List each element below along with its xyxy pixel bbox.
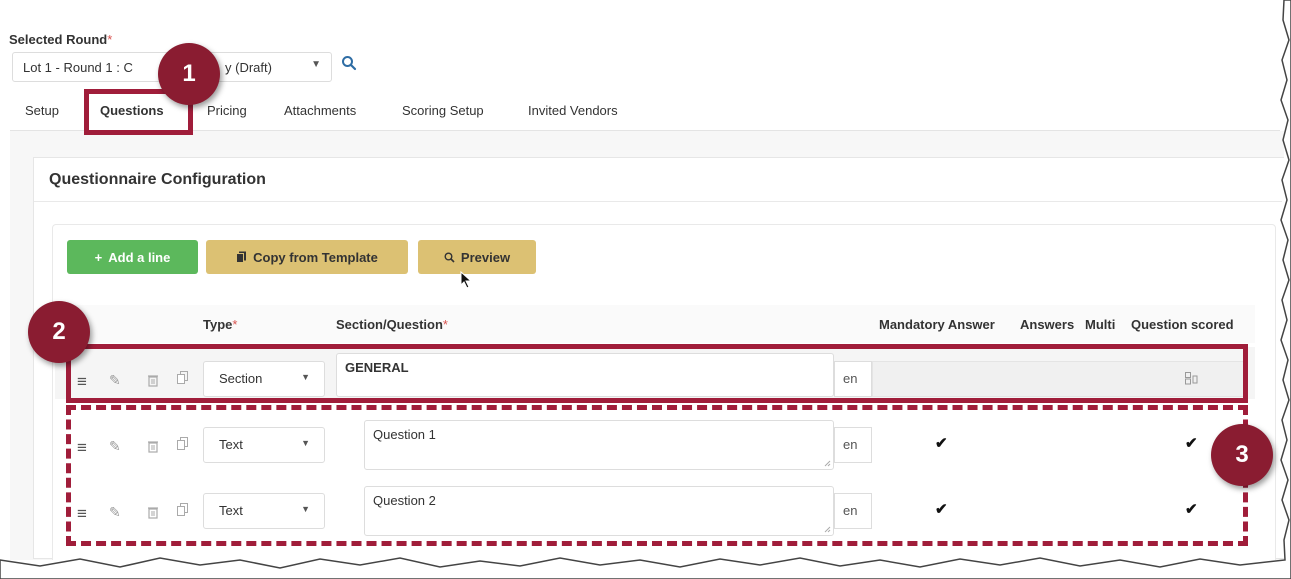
plus-icon: + <box>94 249 103 265</box>
column-question-scored: Question scored <box>1131 317 1234 332</box>
panel-title: Questionnaire Configuration <box>49 171 266 188</box>
tab-setup[interactable]: Setup <box>25 103 59 118</box>
highlight-question-rows <box>66 405 1248 546</box>
add-line-label: Add a line <box>108 249 171 265</box>
tab-attachments[interactable]: Attachments <box>284 103 356 118</box>
copy-from-template-button[interactable]: Copy from Template <box>206 240 408 274</box>
annotation-badge-1: 1 <box>158 43 220 105</box>
preview-button[interactable]: Preview <box>418 240 536 274</box>
magnifier-icon <box>444 252 455 263</box>
column-mandatory-answer: Mandatory Answer <box>879 317 995 332</box>
page: Selected Round* Lot 1 - Round 1 : C y (D… <box>0 0 1284 560</box>
selected-round-value-left: Lot 1 - Round 1 : C <box>23 60 133 75</box>
column-type: Type* <box>203 317 238 332</box>
column-multi: Multi <box>1085 317 1116 332</box>
copy-from-template-label: Copy from Template <box>253 249 378 265</box>
tab-scoring-setup[interactable]: Scoring Setup <box>402 103 484 118</box>
document-icon <box>236 251 247 263</box>
column-section-question: Section/Question* <box>336 317 448 332</box>
tab-invited-vendors[interactable]: Invited Vendors <box>528 103 618 118</box>
selected-round-label: Selected Round* <box>9 32 113 47</box>
preview-label: Preview <box>460 249 511 265</box>
search-icon[interactable] <box>341 55 357 71</box>
panel-divider <box>34 201 1282 202</box>
annotation-badge-2: 2 <box>28 301 90 363</box>
add-line-button[interactable]: + Add a line <box>67 240 198 274</box>
mouse-cursor-icon <box>460 271 473 289</box>
selected-round-value-right: y (Draft) <box>225 60 272 75</box>
highlight-section-row <box>66 344 1248 403</box>
annotation-badge-3: 3 <box>1211 424 1273 486</box>
tab-pricing[interactable]: Pricing <box>207 103 247 118</box>
chevron-down-icon: ▼ <box>311 59 321 70</box>
column-answers: Answers <box>1020 317 1075 332</box>
